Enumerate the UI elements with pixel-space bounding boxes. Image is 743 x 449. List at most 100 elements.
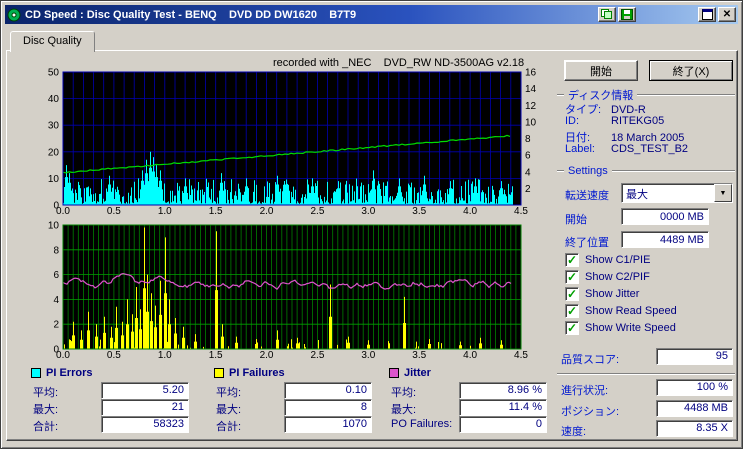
checkbox-check-icon: ✓: [566, 320, 578, 335]
checkbox-box: ✓: [565, 253, 579, 267]
svg-text:6: 6: [53, 270, 59, 281]
copy-chart-button[interactable]: [598, 7, 616, 22]
progress-value: 100 %: [656, 379, 733, 396]
svg-text:1.0: 1.0: [158, 350, 172, 361]
copy-pages-icon: [601, 9, 612, 19]
pi-failures-title: PI Failures: [229, 367, 285, 379]
svg-text:6: 6: [525, 151, 531, 162]
svg-text:50: 50: [48, 68, 60, 79]
exit-button[interactable]: 終了(X): [649, 60, 733, 81]
save-results-button[interactable]: [618, 7, 636, 22]
jitter-swatch-icon: [389, 368, 399, 378]
stat-label: 合計:: [216, 421, 242, 433]
progress-label: 進行状況:: [561, 385, 609, 397]
checkbox-label: Show C1/PIE: [585, 254, 651, 266]
app-icon: [7, 8, 21, 22]
checkbox-show-read-speed[interactable]: ✓ Show Read Speed: [565, 304, 677, 318]
svg-text:1.5: 1.5: [209, 206, 223, 217]
svg-text:4: 4: [53, 295, 59, 306]
stat-label: 最大:: [391, 404, 417, 416]
settings-header: Settings: [557, 165, 735, 177]
checkbox-show-write-speed[interactable]: ✓ Show Write Speed: [565, 321, 676, 335]
svg-text:30: 30: [48, 121, 60, 132]
pi-failures-jitter-chart: 02468100.0 0.5 1.0 1.5 2.0 2.5 3.0 3.5 4.0 4.5: [48, 221, 529, 361]
svg-text:2.5: 2.5: [310, 206, 324, 217]
pi-errors-swatch-icon: [31, 368, 41, 378]
stat-label: 最大:: [33, 404, 59, 416]
svg-text:16: 16: [525, 68, 537, 79]
transfer-speed-select[interactable]: 最大 ▼: [621, 183, 733, 203]
minimize-icon: [701, 9, 713, 20]
checkbox-check-icon: ✓: [566, 303, 578, 318]
svg-text:0.0: 0.0: [56, 350, 70, 361]
svg-text:3.0: 3.0: [361, 206, 375, 217]
pi-failures-total-value: 1070: [284, 416, 372, 433]
jitter-max-value: 11.4 %: [459, 399, 547, 416]
close-icon: ✕: [722, 8, 732, 20]
po-failures-value: 0: [459, 416, 547, 433]
pi-failures-average-value: 0.10: [284, 382, 372, 399]
position-value: 4488 MB: [656, 400, 733, 417]
pi-errors-speed-chart: 010203040502468101214160.0 0.5 1.0 1.5 2.0 2.…: [48, 68, 537, 217]
tab-disc-quality[interactable]: Disc Quality: [10, 31, 95, 52]
checkbox-label: Show Write Speed: [585, 322, 676, 334]
svg-text:40: 40: [48, 94, 60, 105]
start-button[interactable]: 開始: [564, 60, 638, 81]
minimize-button[interactable]: [698, 7, 716, 22]
jitter-average-value: 8.96 %: [459, 382, 547, 399]
stat-label: PO Failures:: [391, 418, 453, 430]
jitter-stats: Jitter 平均: 8.96 % 最大: 11.4 % PO Failures: 0: [389, 367, 547, 437]
disc-id-row: ID: RITEKG05: [565, 115, 664, 127]
divider: [611, 170, 735, 172]
checkbox-label: Show Jitter: [585, 288, 640, 300]
quality-score-value: 95: [656, 348, 733, 365]
svg-text:4.5: 4.5: [514, 206, 528, 217]
end-position-input[interactable]: [621, 231, 709, 248]
close-button[interactable]: ✕: [718, 7, 736, 22]
svg-text:10: 10: [525, 117, 537, 128]
divider: [557, 170, 564, 172]
stat-label: 合計:: [33, 421, 59, 433]
svg-text:0.5: 0.5: [107, 206, 121, 217]
svg-text:1.0: 1.0: [158, 206, 172, 217]
divider: [557, 94, 564, 96]
speed-value: 8.35 X: [656, 420, 733, 437]
svg-text:2: 2: [53, 320, 59, 331]
svg-text:2.0: 2.0: [260, 206, 274, 217]
checkbox-box: ✓: [565, 287, 579, 301]
svg-text:1.5: 1.5: [209, 350, 223, 361]
divider: [557, 373, 735, 375]
svg-text:10: 10: [48, 221, 60, 232]
window-title: CD Speed : Disc Quality Test - BENQ DVD …: [25, 8, 357, 21]
pi-failures-swatch-icon: [214, 368, 224, 378]
stat-label: 平均:: [33, 387, 59, 399]
checkbox-label: Show Read Speed: [585, 305, 677, 317]
svg-text:3.0: 3.0: [361, 350, 375, 361]
svg-text:12: 12: [525, 101, 537, 112]
start-position-input[interactable]: [621, 208, 709, 225]
transfer-speed-label: 転送速度: [565, 190, 609, 202]
checkbox-box: ✓: [565, 270, 579, 284]
svg-text:4.5: 4.5: [514, 350, 528, 361]
pi-errors-legend: PI Errors: [31, 367, 92, 379]
svg-text:0.5: 0.5: [107, 350, 121, 361]
svg-text:4.0: 4.0: [463, 206, 477, 217]
checkbox-check-icon: ✓: [566, 286, 578, 301]
disc-label-value: CDS_TEST_B2: [611, 143, 689, 155]
checkbox-show-c1-pie[interactable]: ✓ Show C1/PIE: [565, 253, 650, 267]
checkbox-label: Show C2/PIF: [585, 271, 650, 283]
svg-text:4.0: 4.0: [463, 350, 477, 361]
svg-text:10: 10: [48, 174, 60, 185]
position-label: ポジション:: [561, 406, 620, 418]
svg-text:2.0: 2.0: [260, 350, 274, 361]
end-position-label: 終了位置: [565, 237, 609, 249]
dropdown-button[interactable]: ▼: [714, 184, 732, 202]
pi-errors-average-value: 5.20: [101, 382, 189, 399]
checkbox-show-c2-pif[interactable]: ✓ Show C2/PIF: [565, 270, 650, 284]
transfer-speed-value: 最大: [626, 189, 648, 201]
checkbox-show-jitter[interactable]: ✓ Show Jitter: [565, 287, 639, 301]
stat-label: 最大:: [216, 404, 242, 416]
svg-text:20: 20: [48, 147, 60, 158]
pi-failures-stats: PI Failures 平均: 0.10 最大: 8 合計: 1070: [214, 367, 372, 437]
disc-id-label: ID:: [565, 115, 580, 127]
